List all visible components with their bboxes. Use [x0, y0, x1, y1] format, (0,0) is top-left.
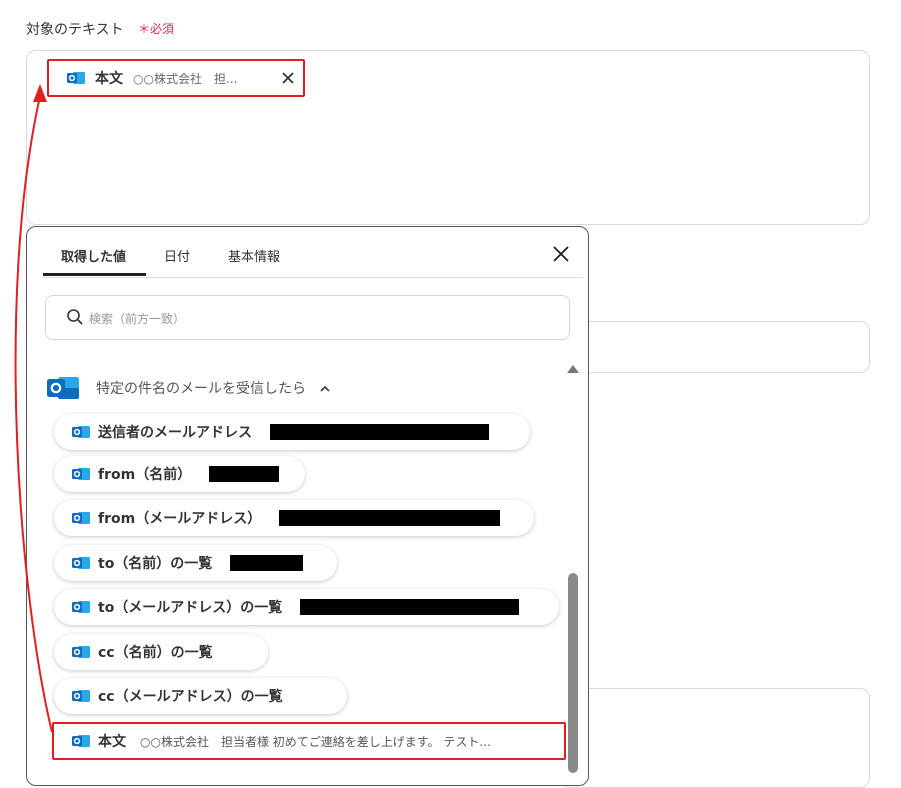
search-input[interactable]: 検索（前方一致） [45, 295, 570, 340]
outlook-icon [72, 555, 90, 571]
list-item-body[interactable]: 本文 ○○株式会社 担当者様 初めてご連絡を差し上げます。 テスト... [52, 722, 566, 760]
tab-date[interactable]: 日付 [164, 246, 190, 265]
close-icon[interactable] [278, 68, 298, 88]
redacted-value [270, 424, 489, 440]
group-header[interactable]: 特定の件名のメールを受信したら [47, 373, 332, 403]
outlook-icon [47, 374, 79, 402]
list-item[interactable]: from（名前） [54, 456, 305, 492]
outlook-icon [72, 644, 90, 660]
list-item[interactable]: to（名前）の一覧 [54, 545, 337, 581]
background-field-3[interactable] [560, 688, 870, 788]
scroll-up-arrow-icon[interactable] [567, 365, 579, 373]
chip-title: 本文 [95, 71, 123, 87]
list-item[interactable]: cc（メールアドレス）の一覧 [54, 678, 347, 714]
close-icon[interactable] [551, 244, 571, 264]
item-label: cc（名前）の一覧 [98, 645, 213, 661]
tab-bar: 取得した値 日付 基本情報 [43, 227, 583, 278]
redacted-value [209, 466, 280, 482]
redacted-value [300, 599, 520, 615]
chip-value: ○○株式会社 担... [133, 71, 238, 86]
item-label: cc（メールアドレス）の一覧 [98, 689, 283, 705]
list-item[interactable]: to（メールアドレス）の一覧 [54, 589, 559, 625]
outlook-icon [72, 510, 90, 526]
group-title: 特定の件名のメールを受信したら [96, 381, 306, 397]
item-label: from（名前） [98, 467, 192, 483]
outlook-icon [72, 466, 90, 482]
field-label: 対象のテキスト [26, 22, 124, 38]
outlook-icon [72, 424, 90, 440]
outlook-icon [72, 688, 90, 704]
redacted-value [230, 555, 304, 571]
tab-acquired-values[interactable]: 取得した値 [61, 246, 126, 265]
value-picker-popup: 取得した値 日付 基本情報 検索（前方一致） 特定の件名のメールを受信したら 送… [26, 226, 589, 786]
search-icon [66, 308, 84, 326]
item-label: to（名前）の一覧 [98, 556, 213, 572]
item-value: ○○株式会社 担当者様 初めてご連絡を差し上げます。 テスト... [140, 734, 491, 749]
required-badge: ＊必須 [138, 22, 175, 36]
active-tab-indicator [43, 273, 146, 276]
item-label: to（メールアドレス）の一覧 [98, 600, 283, 616]
scrollbar-thumb[interactable] [568, 573, 578, 773]
list-item[interactable]: from（メールアドレス） [54, 500, 534, 536]
item-label: from（メールアドレス） [98, 511, 262, 527]
selected-value-chip[interactable]: 本文 ○○株式会社 担... [47, 59, 305, 97]
redacted-value [279, 510, 501, 526]
list-item[interactable]: cc（名前）の一覧 [54, 634, 268, 670]
list-item[interactable]: 送信者のメールアドレス [54, 414, 530, 450]
chevron-up-icon[interactable] [318, 381, 332, 395]
item-label: 送信者のメールアドレス [98, 425, 252, 441]
outlook-icon [72, 733, 90, 749]
outlook-icon [67, 70, 85, 86]
outlook-icon [72, 599, 90, 615]
background-field-2[interactable] [560, 321, 870, 373]
item-label: 本文 [98, 734, 126, 750]
tab-basic-info[interactable]: 基本情報 [228, 246, 280, 265]
search-placeholder: 検索（前方一致） [89, 312, 186, 326]
